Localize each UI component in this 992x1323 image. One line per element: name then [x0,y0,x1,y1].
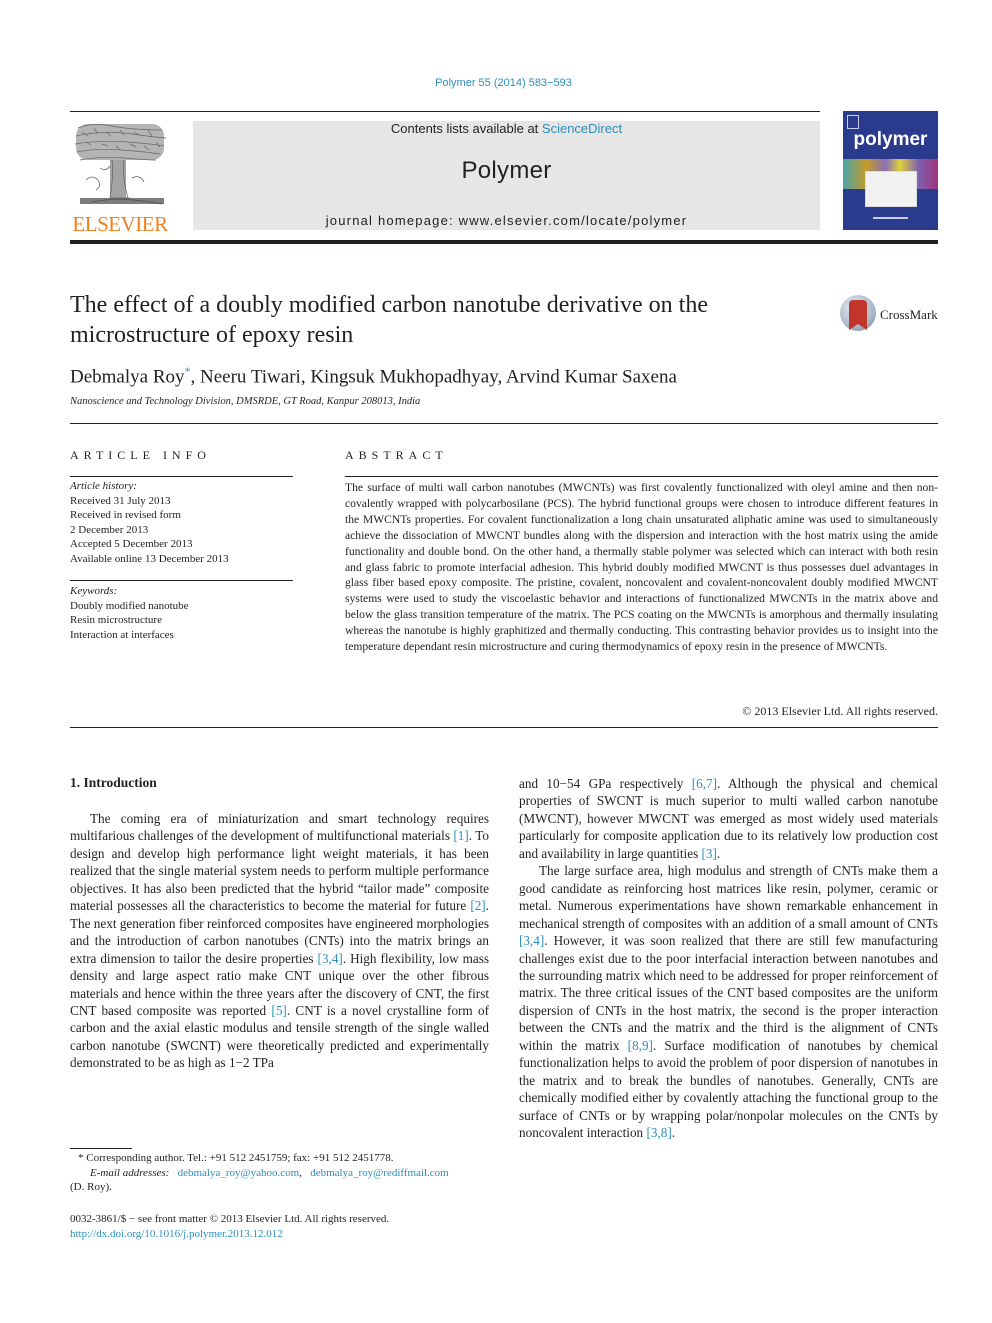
affiliation: Nanoscience and Technology Division, DMS… [70,396,421,407]
author-others: , Neeru Tiwari, Kingsuk Mukhopadhyay, Ar… [190,366,677,388]
body-column-left: The coming era of miniaturization and sm… [70,810,489,1072]
article-info-heading: ARTICLE INFO [70,448,211,462]
cover-elsevier-badge-icon [847,115,859,129]
journal-masthead: Contents lists available at ScienceDirec… [193,121,820,230]
intro-paragraph: The coming era of miniaturization and sm… [70,811,490,1071]
abstract-copyright: © 2013 Elsevier Ltd. All rights reserved… [742,704,938,718]
reference-link[interactable]: [3,4] [519,933,544,948]
reference-link[interactable]: [3] [702,846,717,861]
keyword-item: Doubly modified nanotube [70,599,189,612]
reference-link[interactable]: [3,4] [318,951,343,966]
email-line: E-mail addresses: debmalya_roy@yahoo.com… [90,1166,449,1179]
email-link[interactable]: debmalya_roy@yahoo.com [178,1167,300,1179]
crossmark-button[interactable]: CrossMark [840,295,940,335]
front-matter: 0032-3861/$ − see front matter © 2013 El… [70,1212,510,1241]
history-item: Received 31 July 2013 [70,494,171,507]
abstract-heading: ABSTRACT [345,448,448,462]
keywords: Keywords: Doubly modified nanotube Resin… [70,584,189,642]
header-rule [70,111,820,112]
keyword-item: Resin microstructure [70,614,162,626]
crossmark-label: CrossMark [880,307,938,322]
keywords-rule [70,580,293,581]
article-history-label: Article history: [70,480,137,492]
contents-prefix: Contents lists available at [390,121,542,136]
article-title: The effect of a doubly modified carbon n… [70,292,708,348]
email-link[interactable]: debmalya_roy@rediffmail.com [310,1167,449,1179]
reference-link[interactable]: [1] [453,828,468,843]
journal-name: Polymer [461,157,552,184]
article-info-rule [70,476,293,477]
abstract-end-rule [70,727,938,728]
history-item: Accepted 5 December 2013 [70,538,193,550]
elsevier-tree-icon [72,120,168,208]
reference-link[interactable]: [6,7] [692,776,717,791]
reference-link[interactable]: [3,8] [646,1125,671,1140]
history-item: Received in revised form [70,509,181,521]
intro-paragraph-continued: and 10−54 GPa respectively [6,7]. Althou… [519,776,938,861]
journal-homepage[interactable]: journal homepage: www.elsevier.com/locat… [193,213,820,228]
cover-figure-icon [865,171,917,207]
reference-link[interactable]: [5] [271,1003,286,1018]
journal-citation-link[interactable]: Polymer 55 (2014) 583−593 [0,77,992,89]
crossmark-ribbon-icon [849,300,867,330]
footnote-rule [70,1148,132,1149]
section-heading-introduction: 1. Introduction [70,775,157,790]
abstract-text: The surface of multi wall carbon nanotub… [345,481,938,654]
elsevier-wordmark: ELSEVIER [72,212,168,236]
cover-title: polymer [853,129,928,150]
title-rule [70,423,938,424]
doi-link[interactable]: http://dx.doi.org/10.1016/j.polymer.2013… [70,1228,283,1240]
body-column-right: and 10−54 GPa respectively [6,7]. Althou… [519,775,938,1142]
footnote: * Corresponding author. Tel.: +91 512 24… [70,1151,490,1195]
email-label: E-mail addresses: [90,1166,170,1179]
author-initials: (D. Roy). [70,1181,112,1193]
author-list: Debmalya Roy*, Neeru Tiwari, Kingsuk Muk… [70,364,677,388]
abstract-rule [345,476,938,477]
author-corresponding[interactable]: Debmalya Roy [70,366,185,387]
header-thick-rule [70,240,938,244]
contents-line: Contents lists available at ScienceDirec… [193,121,820,136]
elsevier-logo[interactable]: ELSEVIER [70,120,170,236]
reference-link[interactable]: [2] [470,898,485,913]
history-item: Available online 13 December 2013 [70,552,229,565]
history-item: 2 December 2013 [70,523,149,536]
sciencedirect-link[interactable]: ScienceDirect [542,121,622,136]
corresponding-author-note: * Corresponding author. Tel.: +91 512 24… [78,1152,394,1164]
reference-link[interactable]: [8,9] [628,1038,653,1053]
intro-paragraph: The large surface area, high modulus and… [519,863,938,1141]
keyword-item: Interaction at interfaces [70,628,174,641]
article-history: Article history: Received 31 July 2013 R… [70,479,229,566]
journal-cover-image[interactable]: polymer [843,111,938,230]
issn-line: 0032-3861/$ − see front matter © 2013 El… [70,1213,390,1225]
keywords-label: Keywords: [70,585,118,597]
cover-footer-line [873,217,908,219]
